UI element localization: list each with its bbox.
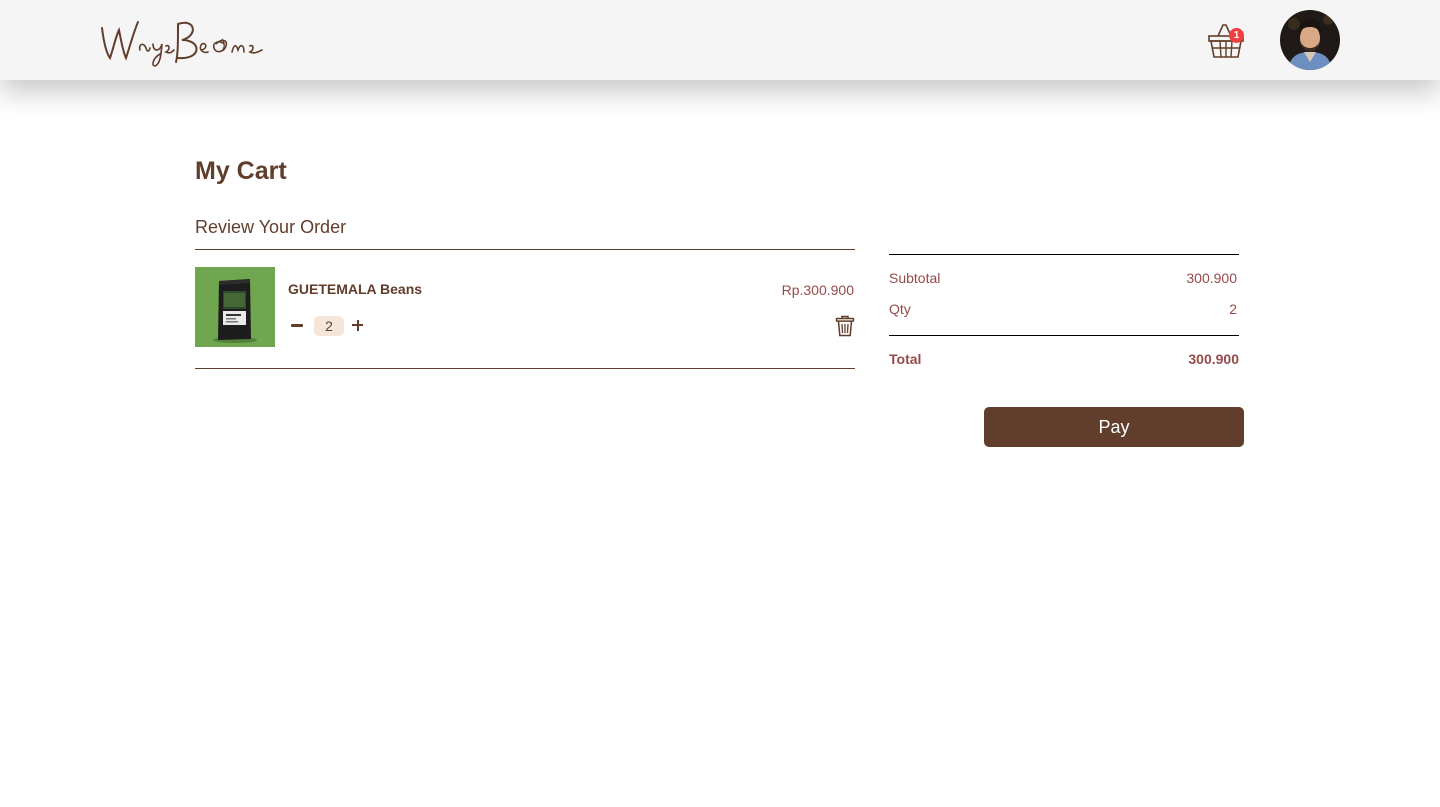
trash-icon <box>835 315 855 337</box>
cart-bottom-divider <box>195 368 855 369</box>
qty-value: 2 <box>314 316 344 336</box>
total-value: 300.900 <box>1188 351 1239 367</box>
qty-label: Qty <box>889 301 911 317</box>
product-image <box>195 267 275 347</box>
total-label: Total <box>889 351 922 367</box>
product-name: GUETEMALA Beans <box>288 281 423 297</box>
cart-button[interactable]: 1 <box>1206 22 1246 60</box>
summary-bottom-divider <box>889 335 1239 336</box>
cart-top-divider <box>195 249 855 250</box>
user-avatar[interactable] <box>1280 10 1340 70</box>
minus-icon <box>291 324 303 327</box>
page-title: My Cart <box>195 157 287 185</box>
summary-top-divider <box>889 254 1239 255</box>
subtotal-label: Subtotal <box>889 270 941 286</box>
qty-summary-value: 2 <box>1229 301 1237 317</box>
waysbeans-logo[interactable] <box>98 14 266 70</box>
review-order-heading: Review Your Order <box>195 217 347 237</box>
cart-count-badge: 1 <box>1229 28 1244 43</box>
navbar: 1 <box>0 0 1440 80</box>
subtotal-value: 300.900 <box>1186 270 1237 286</box>
increase-qty-button[interactable] <box>350 317 366 334</box>
pay-button[interactable]: Pay <box>984 407 1244 447</box>
product-price: Rp.300.900 <box>781 282 854 298</box>
remove-item-button[interactable] <box>835 315 855 337</box>
decrease-qty-button[interactable] <box>289 316 306 334</box>
avatar-image <box>1280 10 1340 70</box>
